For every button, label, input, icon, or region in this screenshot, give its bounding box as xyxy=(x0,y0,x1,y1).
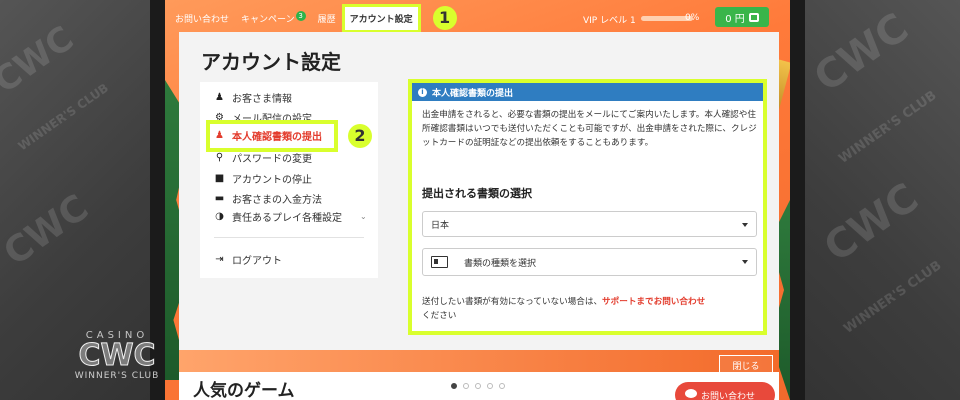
support-note: 送付したい書類が有効になっていない場合は、サポートまでお問い合わせください xyxy=(422,295,762,323)
menu-item-customer-info[interactable]: ♟ お客さま情報 xyxy=(214,90,292,105)
popular-games-title: 人気のゲーム xyxy=(193,381,295,400)
menu-item-responsible-play[interactable]: ◑ 責任あるプレイ各種設定 ⌄ xyxy=(214,209,367,224)
menu-item-deposit-methods[interactable]: ▬ お客さまの入金方法 xyxy=(214,191,322,206)
logo-cwc-text: CWC xyxy=(78,338,156,373)
carousel-dot[interactable] xyxy=(475,383,481,389)
page-title: アカウント設定 xyxy=(201,50,341,74)
campaign-badge: 3 xyxy=(295,10,306,21)
note-text-before: 送付したい書類が有効になっていない場合は、 xyxy=(422,297,603,307)
chat-button[interactable]: お問い合わせ xyxy=(675,382,775,400)
step-2-highlight xyxy=(206,120,338,152)
account-menu: ♟ お客さま情報 ⚙ メール配信の設定 ♟ 本人確認書類の提出 ⚲ パスワードの変更 ■… xyxy=(200,82,378,278)
step-1-marker: 1 xyxy=(432,6,457,30)
document-type-select-value: 書類の種類を選択 xyxy=(464,258,537,269)
panel-header: i 本人確認書類の提出 xyxy=(412,83,763,101)
tablet-screen: お問い合わせ キャンペーン 3 履歴 アカウント設定 1 VIP レベル 1 0%… xyxy=(165,0,790,400)
menu-item-logout[interactable]: ⇥ ログアウト xyxy=(214,252,282,267)
section-title: 提出される書類の選択 xyxy=(422,187,532,200)
user-icon: ♟ xyxy=(215,91,224,103)
menu-item-label: ログアウト xyxy=(232,256,282,267)
carousel-dot[interactable] xyxy=(499,383,505,389)
logo-club-text: WINNER'S CLUB xyxy=(74,371,160,381)
menu-item-account-suspend[interactable]: ■ アカウントの停止 xyxy=(214,171,312,186)
chevron-down-icon: ⌄ xyxy=(360,212,367,221)
menu-item-label: 責任あるプレイ各種設定 xyxy=(232,213,342,224)
panel-description: 出金申請をされると、必要な書類の提出をメールにてご案内いたします。本人確認や住所… xyxy=(422,110,757,148)
caret-down-icon xyxy=(742,260,748,264)
menu-item-password[interactable]: ⚲ パスワードの変更 xyxy=(214,150,312,165)
carousel-dot[interactable] xyxy=(451,383,457,389)
country-select-value: 日本 xyxy=(431,220,450,231)
carousel-dots xyxy=(451,383,505,389)
card-icon: ▬ xyxy=(214,192,225,204)
half-circle-icon: ◑ xyxy=(215,210,224,222)
lock-icon: ■ xyxy=(214,172,225,184)
chat-button-label: お問い合わせ xyxy=(701,391,756,400)
menu-item-label: パスワードの変更 xyxy=(232,154,312,165)
menu-divider xyxy=(214,237,364,238)
wallet-button[interactable]: 0 円 xyxy=(715,7,769,27)
carousel-dot[interactable] xyxy=(463,383,469,389)
account-settings-card: アカウント設定 ♟ お客さま情報 ⚙ メール配信の設定 ♟ 本人確認書類の提出 ⚲ パス… xyxy=(179,32,779,350)
wallet-balance: 0 円 xyxy=(725,13,745,25)
vip-percent: 0% xyxy=(685,13,700,23)
nav-contact[interactable]: お問い合わせ xyxy=(175,12,229,25)
nav-campaign-label: キャンペーン xyxy=(241,14,295,25)
menu-item-label: お客さま情報 xyxy=(232,94,292,105)
country-select[interactable]: 日本 xyxy=(422,211,757,237)
vip-level: VIP レベル 1 xyxy=(583,16,636,26)
step-2-marker: 2 xyxy=(348,124,372,148)
panel-header-title: 本人確認書類の提出 xyxy=(432,88,514,99)
nav-campaign[interactable]: キャンペーン 3 xyxy=(241,10,306,25)
menu-item-label: アカウントの停止 xyxy=(232,175,312,186)
document-type-select[interactable]: 書類の種類を選択 xyxy=(422,248,757,276)
nav-history[interactable]: 履歴 xyxy=(318,12,336,25)
key-icon: ⚲ xyxy=(215,151,224,163)
logout-icon: ⇥ xyxy=(215,253,224,265)
caret-down-icon xyxy=(742,223,748,227)
id-document-panel: i 本人確認書類の提出 出金申請をされると、必要な書類の提出をメールにてご案内いた… xyxy=(408,79,767,335)
chat-bubble-icon xyxy=(685,389,697,398)
info-icon: i xyxy=(418,87,427,97)
nav-account-settings[interactable]: アカウント設定 xyxy=(341,3,421,33)
wallet-icon xyxy=(748,12,759,22)
id-card-icon xyxy=(431,256,448,268)
support-link[interactable]: サポートまでお問い合わせ xyxy=(602,297,705,307)
menu-item-label: お客さまの入金方法 xyxy=(232,195,322,206)
casino-logo: CASINO CWC WINNER'S CLUB xyxy=(62,330,172,400)
note-text-after: ください xyxy=(422,311,457,321)
carousel-dot[interactable] xyxy=(487,383,493,389)
